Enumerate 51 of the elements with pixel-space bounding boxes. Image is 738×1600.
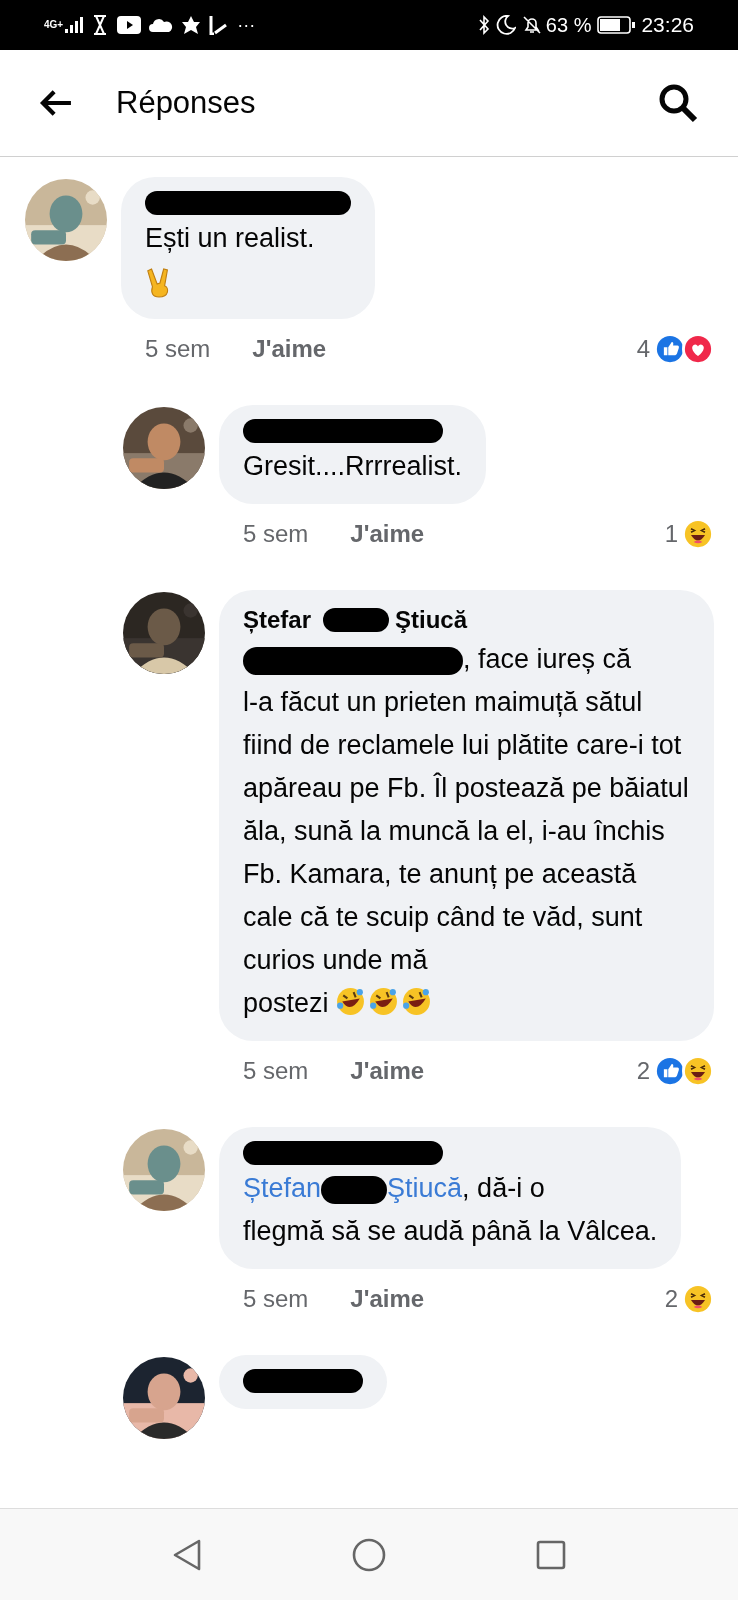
comment-text: Gresit....Rrrrealist. (243, 451, 463, 481)
star-badge-icon (181, 15, 202, 35)
comment-text: , dă-i o (462, 1173, 545, 1203)
redaction-bar (321, 1175, 388, 1204)
back-nav-button[interactable] (172, 1537, 202, 1572)
more-notifications: ··· (237, 16, 256, 34)
battery-icon (597, 16, 636, 34)
comment-text: Ești un realist. (145, 223, 315, 253)
cloud-icon (149, 18, 174, 32)
laughing-tears-emoji-icon (367, 986, 399, 1017)
like-link[interactable]: J'aime (350, 1053, 425, 1089)
battery-percent: 63 % (545, 13, 592, 38)
heart-icon (682, 333, 714, 365)
mention-link[interactable]: Ştiucă (387, 1173, 463, 1203)
comment-time: 5 sem (145, 334, 211, 364)
reaction-count: 1 (664, 519, 678, 549)
clock: 23:26 (641, 12, 694, 39)
like-icon (654, 333, 686, 365)
reaction-count: 2 (636, 1056, 650, 1086)
comment-time: 5 sem (243, 1056, 309, 1086)
comment-time: 5 sem (243, 1284, 309, 1314)
like-icon (654, 1055, 686, 1087)
mention-link[interactable]: Ștefan (243, 1173, 322, 1203)
laughing-tears-emoji-icon (400, 986, 432, 1017)
recents-nav-button[interactable] (536, 1539, 566, 1570)
comment-text: , face iureș că (463, 644, 632, 674)
video-play-icon (117, 16, 142, 34)
like-link[interactable]: J'aime (252, 331, 327, 367)
laughing-emoji-icon (682, 1055, 714, 1087)
author-name[interactable]: Ștefar (243, 604, 312, 636)
page-title: Réponses (116, 83, 256, 122)
reaction-count: 2 (664, 1284, 678, 1314)
signal-icon (65, 17, 84, 33)
network-type: 4G+ (44, 20, 64, 30)
muted-bell-icon (521, 15, 542, 35)
laughing-tears-emoji-icon (334, 986, 366, 1017)
author-name[interactable]: Ştiucă (395, 604, 468, 636)
reaction-count: 4 (636, 334, 650, 364)
moon-icon (495, 15, 516, 35)
hourglass-icon (93, 15, 108, 35)
comment-text: flegmă să se audă până la Vâlcea. (243, 1216, 658, 1246)
comment-text: postezi (243, 988, 329, 1018)
laughing-emoji-icon (682, 518, 714, 550)
laughing-emoji-icon (682, 1283, 714, 1315)
like-link[interactable]: J'aime (350, 1281, 425, 1317)
bluetooth-icon (477, 15, 490, 35)
app-icon (209, 15, 228, 35)
like-link[interactable]: J'aime (350, 516, 425, 552)
comment-time: 5 sem (243, 519, 309, 549)
home-nav-button[interactable] (352, 1537, 386, 1572)
redaction-bar (323, 608, 390, 632)
